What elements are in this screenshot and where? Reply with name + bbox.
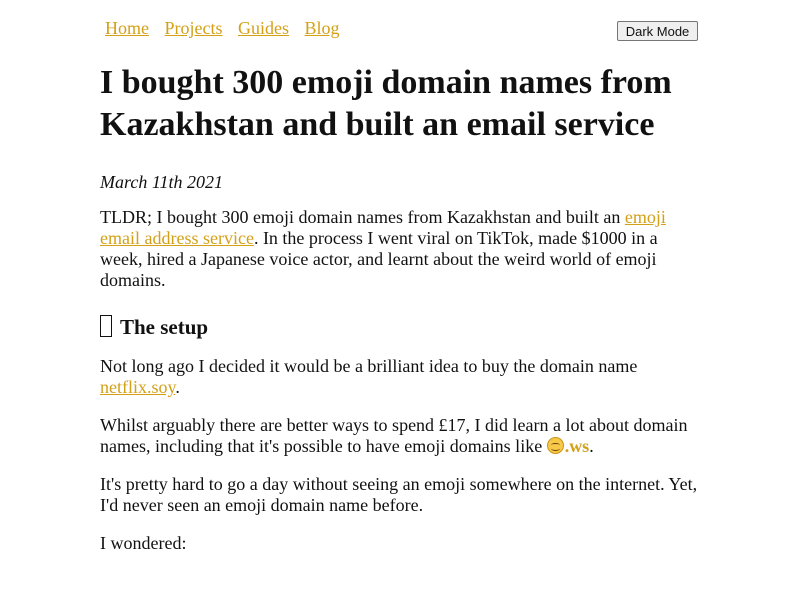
- tldr-text-before: TLDR; I bought 300 emoji domain names fr…: [100, 207, 625, 227]
- p1-text-before: Not long ago I decided it would be a bri…: [100, 356, 638, 376]
- nav-link-projects[interactable]: Projects: [165, 18, 223, 38]
- smiling-face-icon: [546, 437, 564, 454]
- paragraph-netflix: Not long ago I decided it would be a bri…: [100, 356, 700, 398]
- tldr-paragraph: TLDR; I bought 300 emoji domain names fr…: [100, 207, 700, 291]
- paragraph-emoji-domains: Whilst arguably there are better ways to…: [100, 415, 700, 457]
- emoji-ws-link-suffix: .ws: [564, 436, 590, 456]
- missing-glyph-box-icon: [100, 315, 112, 337]
- nav-link-guides[interactable]: Guides: [238, 18, 289, 38]
- p2-text-before: Whilst arguably there are better ways to…: [100, 415, 688, 456]
- netflix-soy-link[interactable]: netflix.soy: [100, 377, 175, 397]
- p2-text-after: .: [589, 436, 594, 456]
- section-heading-setup: The setup: [100, 313, 700, 341]
- p1-text-after: .: [175, 377, 180, 397]
- paragraph-never-seen: It's pretty hard to go a day without see…: [100, 474, 698, 515]
- article: I bought 300 emoji domain names from Kaz…: [100, 62, 700, 554]
- nav-link-home[interactable]: Home: [105, 18, 149, 38]
- top-nav: Home Projects Guides Blog: [105, 17, 351, 39]
- emoji-ws-link[interactable]: .ws: [546, 436, 590, 456]
- nav-link-blog[interactable]: Blog: [305, 18, 340, 38]
- section-heading-text: The setup: [120, 315, 209, 339]
- article-date: March 11th 2021: [100, 172, 223, 192]
- article-title: I bought 300 emoji domain names from Kaz…: [100, 64, 672, 143]
- paragraph-wondered: I wondered:: [100, 533, 187, 553]
- dark-mode-button[interactable]: Dark Mode: [617, 21, 698, 41]
- page: Home Projects Guides Blog Dark Mode I bo…: [0, 0, 800, 600]
